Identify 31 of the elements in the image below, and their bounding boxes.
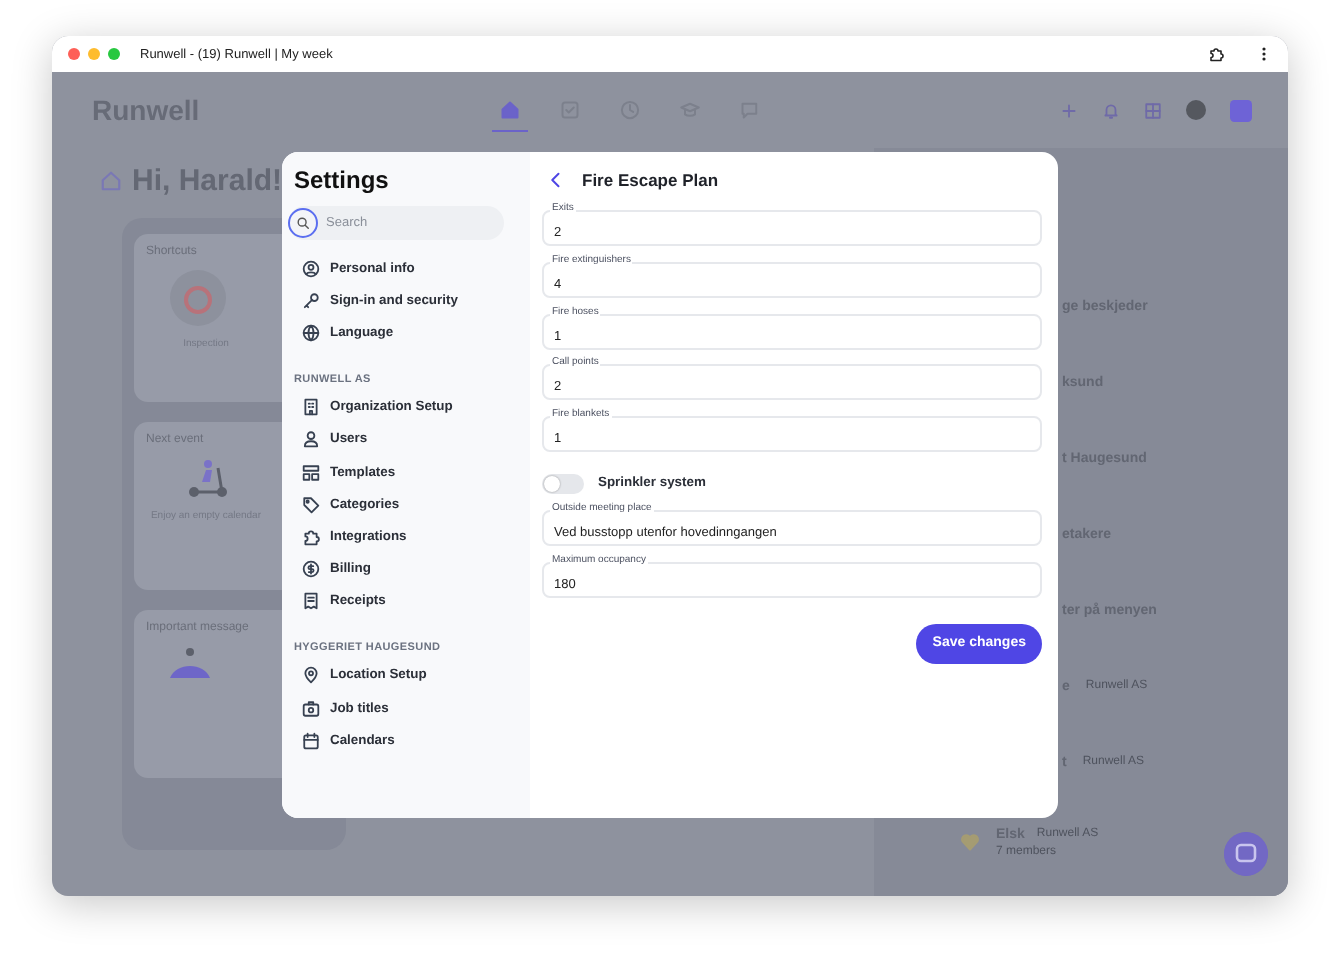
dollar-icon [302, 560, 320, 579]
close-dot[interactable] [68, 48, 80, 60]
person-drawing [166, 646, 214, 682]
bell-icon [1102, 101, 1120, 119]
pin-icon [302, 666, 320, 685]
person-circle-icon [302, 259, 320, 278]
chat-button[interactable] [1224, 832, 1268, 876]
zoom-dot[interactable] [108, 48, 120, 60]
settings-title: Settings [294, 166, 391, 194]
receipt-icon [302, 592, 320, 611]
globe-icon [302, 323, 320, 342]
panel-title: Fire Escape Plan [582, 170, 719, 190]
tag-icon [302, 495, 320, 514]
key-icon [302, 291, 320, 310]
heart-icon [960, 832, 980, 852]
puzzle-icon [302, 527, 320, 546]
users-icon [302, 430, 320, 449]
building-icon [302, 398, 320, 417]
puzzle-icon [1208, 46, 1224, 62]
search-icon [296, 216, 310, 230]
avatar-icon[interactable] [1186, 100, 1206, 120]
scooter-drawing [186, 458, 230, 498]
toggle-switch[interactable] [542, 473, 584, 494]
grid-icon [1144, 101, 1162, 119]
minimize-dot[interactable] [88, 48, 100, 60]
calendar-icon [302, 731, 320, 750]
template-icon [302, 463, 320, 482]
app-icon[interactable] [1230, 99, 1252, 121]
home-icon [500, 99, 520, 119]
house-icon [100, 170, 122, 192]
plus-icon [1060, 101, 1078, 119]
